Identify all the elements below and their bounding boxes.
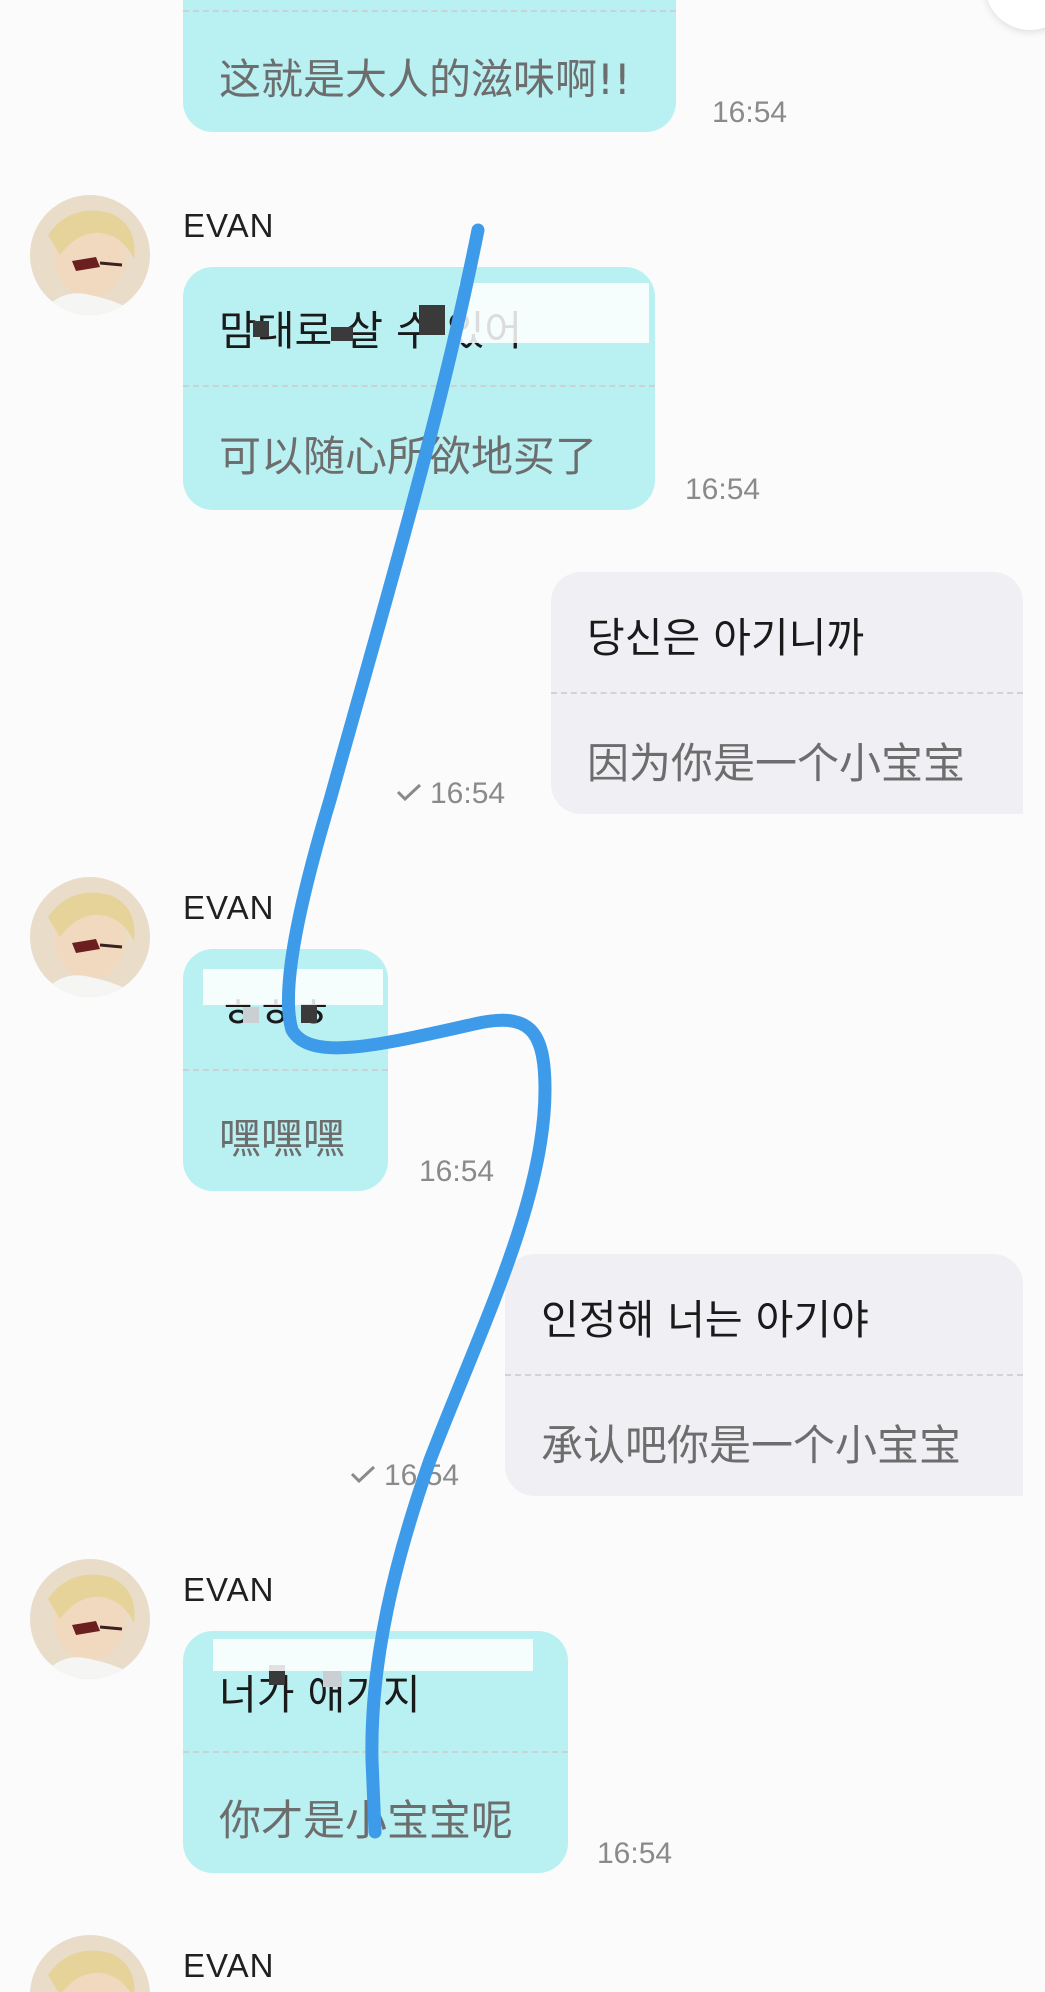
- sender-name: EVAN: [183, 889, 275, 926]
- message-translation: 嘿嘿嘿: [219, 1114, 346, 1163]
- message-time: 16:54: [396, 777, 505, 811]
- message-bubble-incoming[interactable]: ㅎㅎㅎ 嘿嘿嘿: [183, 949, 388, 1191]
- sender-avatar[interactable]: [30, 877, 150, 997]
- redaction-mark: [253, 321, 269, 337]
- message-bubble-incoming[interactable]: 너가 애기지 你才是小宝宝呢: [183, 1631, 568, 1873]
- redaction-mark: [459, 283, 649, 343]
- avatar-photo-icon: [30, 1559, 150, 1679]
- sender-name: EVAN: [183, 1947, 275, 1984]
- message-original: 인정해 너는 아기야: [541, 1296, 869, 1344]
- message-translation: 你才是小宝宝呢: [219, 1796, 514, 1845]
- translation-divider: [183, 385, 655, 387]
- avatar-photo-icon: [30, 877, 150, 997]
- check-icon: [350, 1465, 376, 1483]
- message-translation: 因为你是一个小宝宝: [587, 739, 966, 788]
- avatar-photo-icon: [30, 195, 150, 315]
- chat-history[interactable]: 这就是大人的滋味啊!! 16:54 EVAN 맘대로 살 수 있어 可以随心所欲…: [0, 0, 1045, 1992]
- sender-name: EVAN: [183, 207, 275, 244]
- redaction-mark: [301, 1005, 317, 1023]
- message-bubble-incoming[interactable]: 맘대로 살 수 있어 可以随心所欲地买了: [183, 267, 655, 510]
- message-time: 16:54: [419, 1155, 495, 1188]
- floating-action-button[interactable]: [985, 0, 1045, 30]
- translation-divider: [183, 1069, 388, 1071]
- message-time: 16:54: [685, 473, 761, 506]
- sender-avatar[interactable]: [30, 195, 150, 315]
- translation-divider: [183, 10, 676, 12]
- sender-avatar[interactable]: [30, 1559, 150, 1679]
- avatar-photo-icon: [30, 1935, 150, 1992]
- sender-avatar[interactable]: [30, 1935, 150, 1992]
- message-original: 당신은 아기니까: [587, 614, 865, 662]
- message-bubble-outgoing[interactable]: 인정해 너는 아기야 承认吧你是一个小宝宝: [505, 1254, 1023, 1496]
- message-time-label: 16:54: [430, 777, 506, 810]
- message-translation: 可以随心所欲地买了: [219, 432, 598, 481]
- message-translation: 这就是大人的滋味啊!!: [219, 55, 631, 104]
- redaction-mark: [323, 1671, 341, 1687]
- redaction-mark: [331, 327, 353, 341]
- message-time: 16:54: [350, 1459, 459, 1493]
- redaction-mark: [419, 305, 445, 335]
- sender-name: EVAN: [183, 1571, 275, 1608]
- translation-divider: [183, 1751, 568, 1753]
- message-time: 16:54: [712, 96, 788, 129]
- message-translation: 承认吧你是一个小宝宝: [541, 1421, 962, 1470]
- message-time-label: 16:54: [384, 1459, 460, 1492]
- translation-divider: [551, 692, 1023, 694]
- redaction-mark: [203, 969, 383, 1005]
- message-time: 16:54: [597, 1837, 673, 1870]
- translation-divider: [505, 1374, 1023, 1376]
- redaction-mark: [243, 1007, 259, 1023]
- check-icon: [396, 783, 422, 801]
- message-bubble-outgoing[interactable]: 당신은 아기니까 因为你是一个小宝宝: [551, 572, 1023, 814]
- redaction-mark: [213, 1639, 533, 1671]
- message-bubble-incoming[interactable]: 这就是大人的滋味啊!!: [183, 0, 676, 132]
